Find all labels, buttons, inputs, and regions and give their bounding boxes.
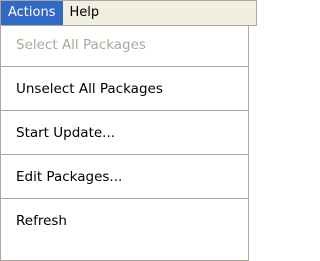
menu-separator (1, 66, 248, 67)
menu-item-unselect-all-packages[interactable]: Unselect All Packages (1, 70, 248, 108)
app-window: Actions Help Select All Packages Unselec… (0, 0, 257, 261)
menu-separator (1, 154, 248, 155)
menu-item-edit-packages[interactable]: Edit Packages... (1, 158, 248, 196)
menu-help[interactable]: Help (63, 1, 107, 25)
actions-dropdown-menu: Select All Packages Unselect All Package… (0, 25, 249, 261)
menu-separator (1, 198, 248, 199)
menu-item-refresh[interactable]: Refresh (1, 202, 248, 240)
menu-actions[interactable]: Actions (1, 1, 63, 25)
menu-item-start-update[interactable]: Start Update... (1, 114, 248, 152)
menu-separator (1, 110, 248, 111)
menu-item-select-all-packages[interactable]: Select All Packages (1, 26, 248, 64)
menu-bar: Actions Help (0, 0, 257, 26)
